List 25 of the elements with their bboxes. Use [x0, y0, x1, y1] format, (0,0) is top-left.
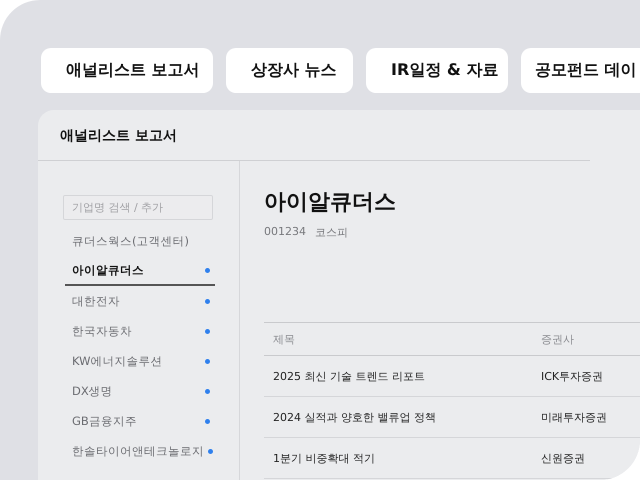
company-list-item[interactable]: 큐더스웍스(고객센터) — [65, 226, 215, 256]
column-header: 제목 — [264, 322, 532, 356]
table-cell: 2025 최신 기술 트렌드 리포트 — [264, 356, 532, 396]
stock-code: 001234 — [264, 225, 306, 240]
tab[interactable]: IR일정 & 자료 — [366, 48, 508, 93]
table-cell: 신원증권 — [532, 438, 640, 478]
panel-title: 애널리스트 보고서 — [38, 110, 590, 161]
search-field[interactable]: 기업명 검색 / 추가 — [63, 195, 213, 220]
company-list-item[interactable]: 한국자동차 — [65, 316, 215, 346]
table-cell: 1분기 비중확대 적기 — [264, 438, 532, 478]
company-list-item[interactable]: 대한전자 — [65, 286, 215, 316]
tab[interactable]: 애널리스트 보고서 — [41, 48, 213, 93]
table-cell: ICK투자증권 — [532, 356, 640, 396]
table-cell: 미래투자증권 — [532, 396, 640, 438]
company-list-item[interactable]: 아이알큐더스 — [65, 256, 215, 286]
tab[interactable]: 공모펀드 데이 — [521, 48, 640, 93]
company-name: 아이알큐더스 — [264, 189, 397, 217]
company-list-item[interactable]: KW에너지솔루션 — [65, 346, 215, 376]
company-list-item[interactable]: DX생명 — [65, 376, 215, 406]
company-list-item[interactable]: GB금융지주 — [65, 406, 215, 436]
tab[interactable]: 상장사 뉴스 — [226, 48, 353, 93]
table-cell: 2024 실적과 양호한 밸류업 정책 — [264, 396, 532, 438]
company-list-item[interactable]: 한솔타이어앤테크놀로지 — [65, 436, 215, 466]
column-header: 증권사 — [532, 322, 640, 356]
market-label: 코스피 — [315, 225, 348, 240]
